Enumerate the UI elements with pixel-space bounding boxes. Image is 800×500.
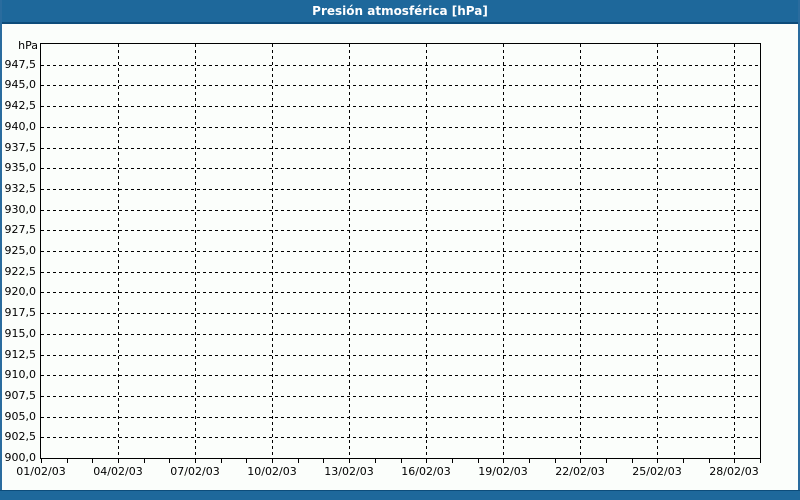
x-minor-tick <box>426 459 427 463</box>
y-grid-line <box>41 65 760 66</box>
y-tick-label: 915,0 <box>4 327 37 340</box>
x-tick-label: 13/02/03 <box>324 465 374 478</box>
y-grid-line <box>41 251 760 252</box>
y-grid-line <box>41 189 760 190</box>
x-minor-tick <box>118 459 119 463</box>
x-grid-line <box>118 44 119 458</box>
y-grid-line <box>41 334 760 335</box>
chart-window: Presión atmosférica [hPa] hPa 947,5 945,0… <box>0 0 800 500</box>
y-tick-label: 932,5 <box>4 182 37 195</box>
y-tick-label: 940,0 <box>4 120 37 133</box>
x-minor-tick <box>401 459 402 463</box>
y-grid-line <box>41 417 760 418</box>
x-tick-label: 07/02/03 <box>170 465 220 478</box>
y-tick-label: 927,5 <box>4 223 37 236</box>
x-minor-tick <box>452 459 453 463</box>
plot-area <box>40 43 761 459</box>
x-minor-tick <box>478 459 479 463</box>
x-minor-tick <box>555 459 556 463</box>
y-tick-label: 947,5 <box>4 58 37 71</box>
y-grid-line <box>41 85 760 86</box>
y-grid-line <box>41 148 760 149</box>
x-grid-line <box>426 44 427 458</box>
y-grid-line <box>41 437 760 438</box>
x-tick-label: 10/02/03 <box>247 465 297 478</box>
x-grid-line <box>349 44 350 458</box>
x-minor-tick <box>144 459 145 463</box>
x-minor-tick <box>272 459 273 463</box>
x-grid-line <box>195 44 196 458</box>
y-tick-label: 905,0 <box>4 410 37 423</box>
x-grid-line <box>503 44 504 458</box>
y-grid-line <box>41 375 760 376</box>
x-minor-tick <box>195 459 196 463</box>
y-tick-label: 920,0 <box>4 285 37 298</box>
x-minor-tick <box>683 459 684 463</box>
y-tick-label: 937,5 <box>4 141 37 154</box>
x-minor-tick <box>349 459 350 463</box>
y-tick-label: 910,0 <box>4 368 37 381</box>
y-tick-label: 917,5 <box>4 306 37 319</box>
x-tick-label: 16/02/03 <box>401 465 451 478</box>
y-tick-label: 912,5 <box>4 348 37 361</box>
y-grid-line <box>41 396 760 397</box>
x-minor-tick <box>41 459 42 463</box>
x-minor-tick <box>503 459 504 463</box>
y-axis-unit-label: hPa <box>18 39 38 52</box>
x-tick-label: 04/02/03 <box>93 465 143 478</box>
x-minor-tick <box>92 459 93 463</box>
x-minor-tick <box>709 459 710 463</box>
y-grid-line <box>41 106 760 107</box>
y-tick-label: 930,0 <box>4 203 37 216</box>
y-grid-line <box>41 272 760 273</box>
y-tick-label: 900,0 <box>4 451 37 464</box>
y-grid-line <box>41 355 760 356</box>
x-tick-label: 22/02/03 <box>555 465 605 478</box>
y-tick-label: 925,0 <box>4 244 37 257</box>
y-tick-label: 942,5 <box>4 99 37 112</box>
x-minor-tick <box>169 459 170 463</box>
x-minor-tick <box>323 459 324 463</box>
y-grid-line <box>41 292 760 293</box>
x-minor-tick <box>221 459 222 463</box>
y-grid-line <box>41 127 760 128</box>
x-minor-tick <box>657 459 658 463</box>
y-grid-line <box>41 230 760 231</box>
x-minor-tick <box>375 459 376 463</box>
x-minor-tick <box>580 459 581 463</box>
y-tick-label: 935,0 <box>4 161 37 174</box>
x-tick-label: 28/02/03 <box>709 465 759 478</box>
x-minor-tick <box>298 459 299 463</box>
x-minor-tick <box>529 459 530 463</box>
x-minor-tick <box>734 459 735 463</box>
y-tick-label: 902,5 <box>4 430 37 443</box>
x-grid-line <box>734 44 735 458</box>
y-tick-label: 922,5 <box>4 265 37 278</box>
y-grid-line <box>41 210 760 211</box>
x-minor-tick <box>606 459 607 463</box>
y-grid-line <box>41 313 760 314</box>
chart-title: Presión atmosférica [hPa] <box>312 4 488 18</box>
x-grid-line <box>272 44 273 458</box>
bottom-status-bar <box>0 490 800 500</box>
x-tick-label: 01/02/03 <box>16 465 66 478</box>
x-tick-label: 19/02/03 <box>478 465 528 478</box>
x-grid-line <box>580 44 581 458</box>
x-minor-tick <box>246 459 247 463</box>
chart-title-bar: Presión atmosférica [hPa] <box>0 0 800 24</box>
x-tick-label: 25/02/03 <box>632 465 682 478</box>
x-grid-line <box>657 44 658 458</box>
x-minor-tick <box>760 459 761 463</box>
y-grid-line <box>41 168 760 169</box>
x-minor-tick <box>632 459 633 463</box>
x-minor-tick <box>67 459 68 463</box>
y-tick-label: 907,5 <box>4 389 37 402</box>
y-tick-label: 945,0 <box>4 78 37 91</box>
